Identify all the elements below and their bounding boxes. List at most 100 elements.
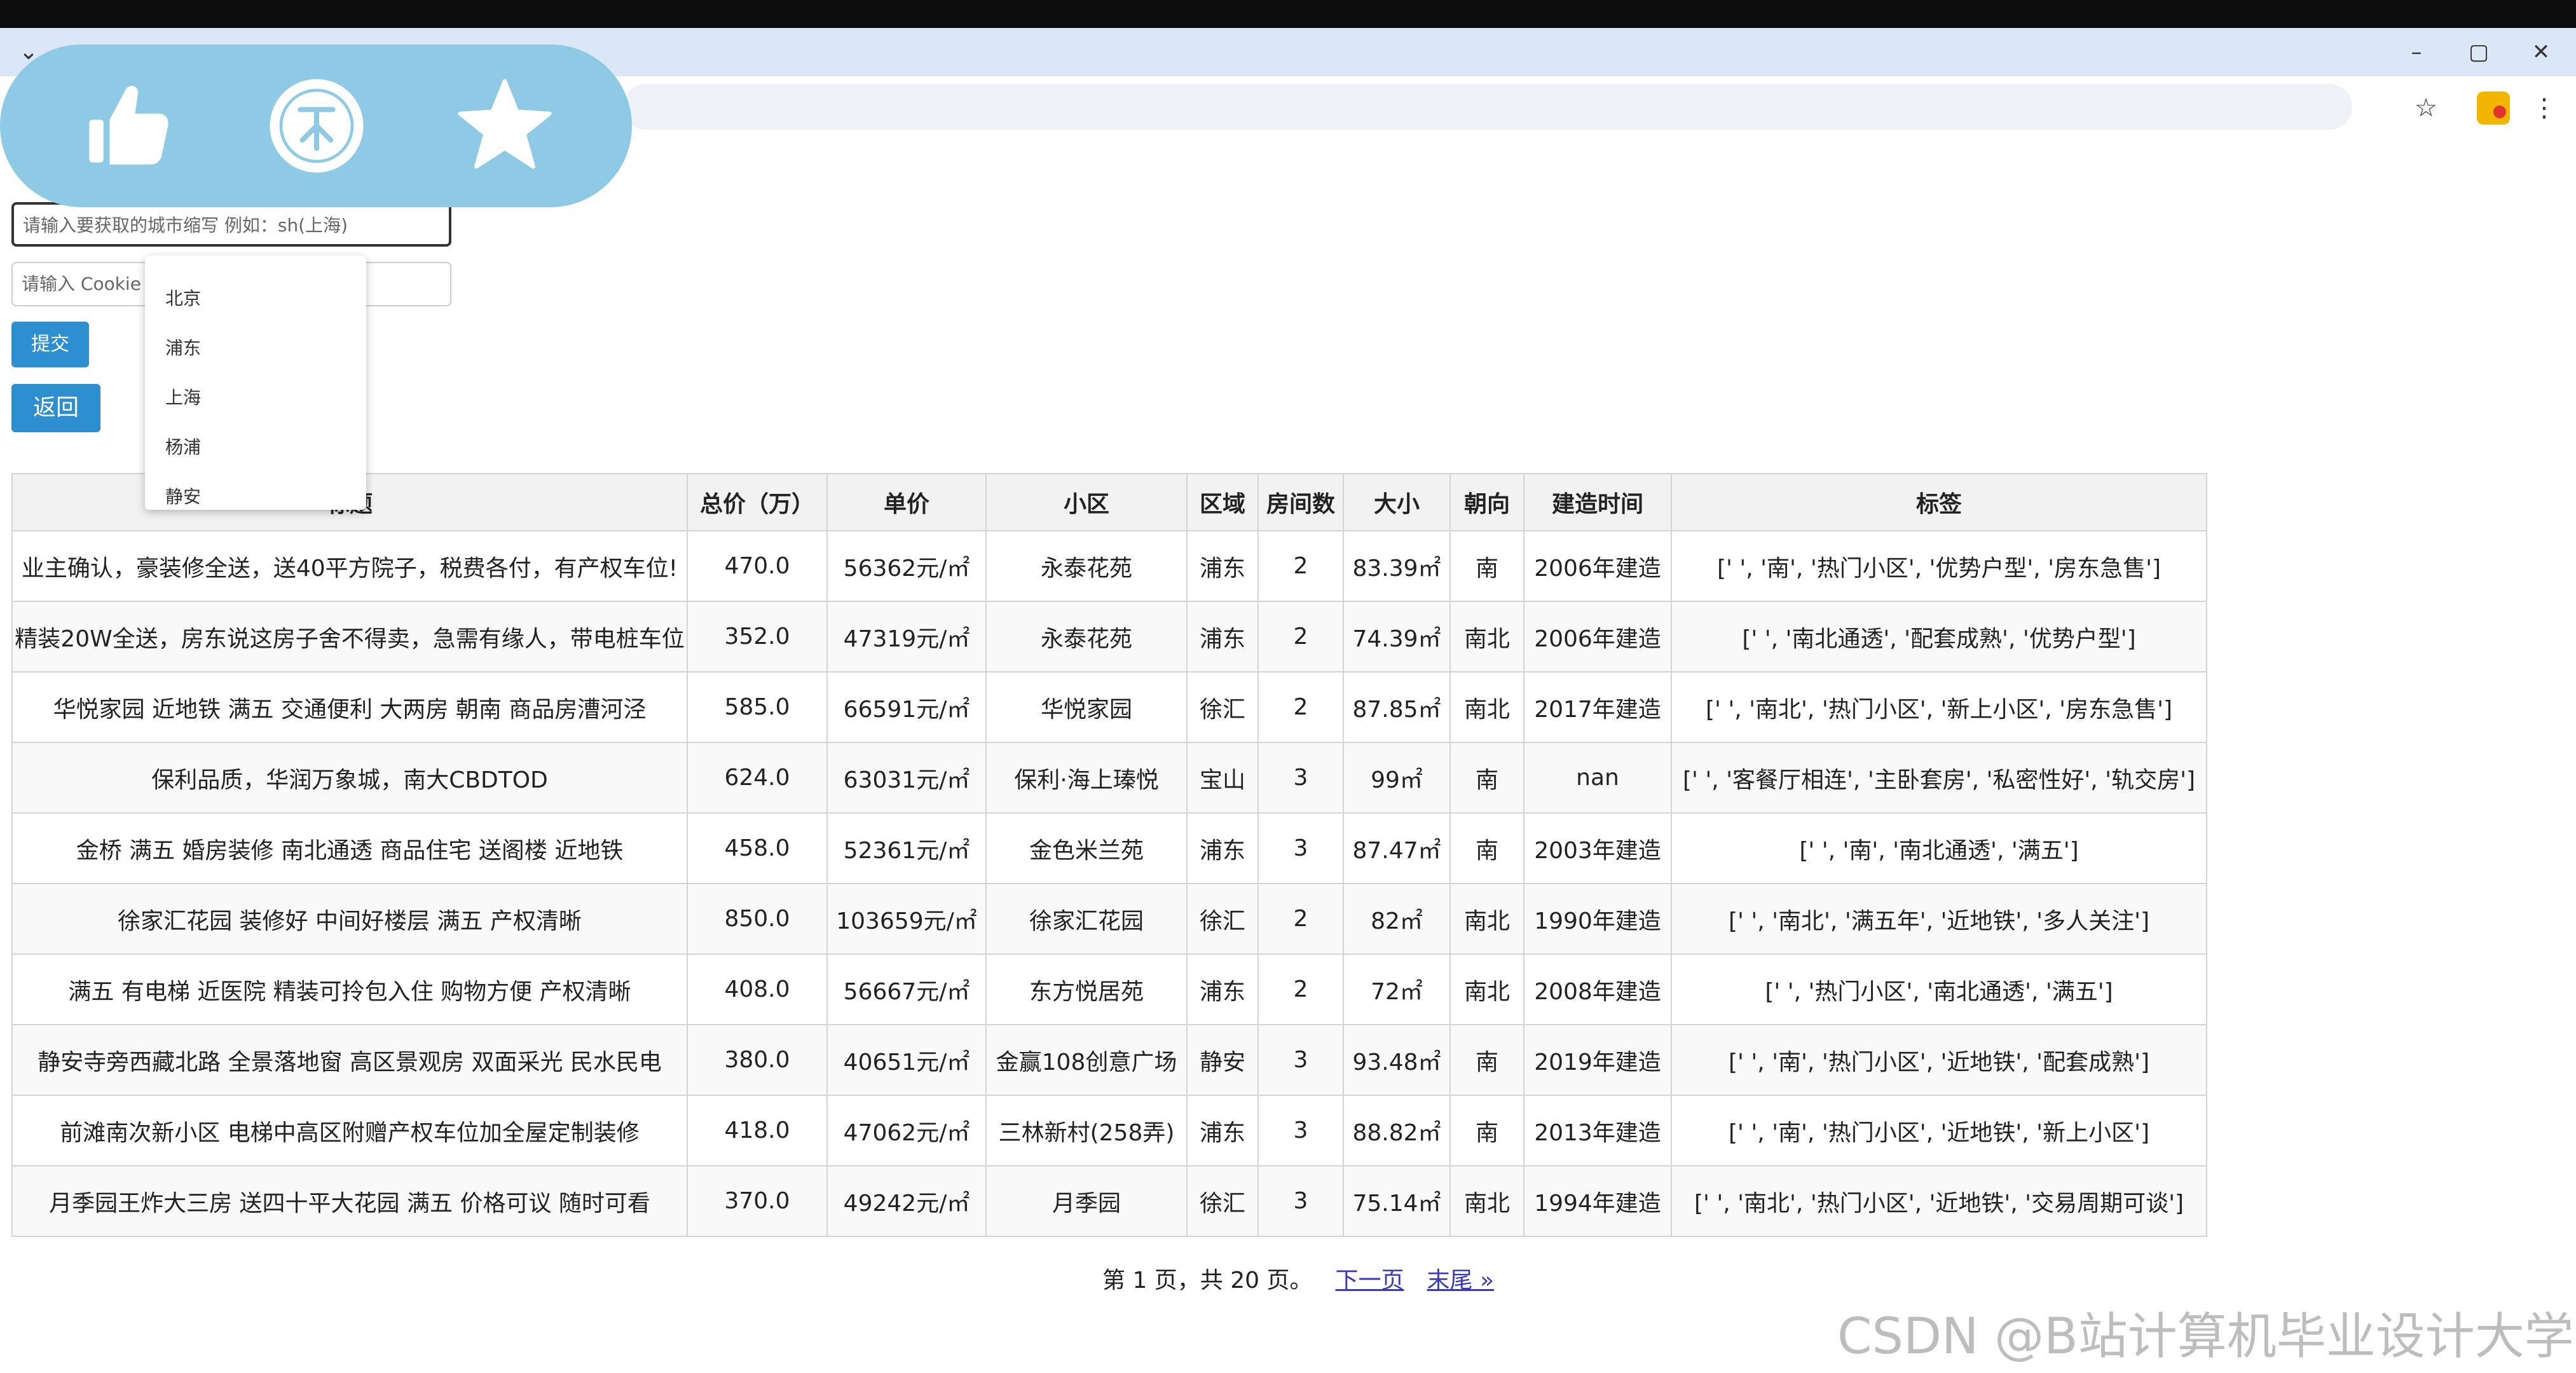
back-button[interactable]: 返回 bbox=[11, 384, 100, 432]
table-cell: 南北 bbox=[1449, 601, 1524, 673]
table-cell: 2003年建造 bbox=[1523, 812, 1672, 884]
table-cell: 72㎡ bbox=[1343, 953, 1451, 1025]
table-cell: [' ', '客餐厅相连', '主卧套房', '私密性好', '轨交房'] bbox=[1671, 742, 2207, 814]
coin-icon[interactable] bbox=[266, 75, 367, 177]
column-header: 房间数 bbox=[1257, 473, 1344, 531]
table-cell: 南北 bbox=[1449, 1165, 1524, 1237]
table-row: 徐家汇花园 装修好 中间好楼层 满五 产权清晰 850.0 103659元/㎡ 徐家汇… bbox=[11, 883, 2207, 955]
table-row: 前滩南次新小区 电梯中高区附赠产权车位加全屋定制装修 418.0 47062元/㎡三… bbox=[11, 1095, 2207, 1166]
listings-table: 标题总价（万）单价小区区域房间数大小朝向建造时间标签 业主确认，豪装修全送，送4… bbox=[11, 473, 2207, 1237]
table-cell: 49242元/㎡ bbox=[826, 1165, 987, 1237]
table-cell: [' ', '南', '热门小区', '近地铁', '配套成熟'] bbox=[1671, 1024, 2207, 1096]
table-cell: [' ', '南北', '热门小区', '近地铁', '交易周期可谈'] bbox=[1671, 1165, 2207, 1237]
table-cell: 2 bbox=[1257, 671, 1344, 743]
table-cell: 东方悦居苑 bbox=[985, 953, 1188, 1025]
table-cell: 徐汇 bbox=[1186, 1165, 1259, 1237]
table-cell: 华悦家园 bbox=[985, 671, 1188, 743]
table-cell: 1994年建造 bbox=[1523, 1165, 1672, 1237]
table-cell: 2017年建造 bbox=[1523, 671, 1672, 743]
table-cell: 浦东 bbox=[1186, 601, 1259, 673]
table-cell: 南北 bbox=[1449, 953, 1524, 1025]
thumbs-up-icon[interactable] bbox=[75, 75, 177, 177]
table-cell: 浦东 bbox=[1186, 953, 1259, 1025]
table-cell: 浦东 bbox=[1186, 812, 1259, 884]
page-content: 请输入要获取的城市缩写 例如：sh(上海) 请输入 Cookie 提交 返回 北… bbox=[0, 140, 2576, 1373]
table-cell: [' ', '南北', '热门小区', '新上小区', '房东急售'] bbox=[1671, 671, 2207, 743]
dropdown-option[interactable]: 北京 bbox=[165, 280, 201, 318]
column-header: 大小 bbox=[1343, 473, 1451, 531]
table-cell: 保利·海上瑧悦 bbox=[985, 742, 1188, 814]
watermark: CSDN @B站计算机毕业设计大学 bbox=[1837, 1308, 2574, 1365]
star-icon[interactable] bbox=[454, 75, 556, 177]
table-cell: 月季园 bbox=[985, 1165, 1188, 1237]
table-cell: 南 bbox=[1449, 812, 1524, 884]
table-cell: 83.39㎡ bbox=[1343, 530, 1451, 602]
table-cell: 87.85㎡ bbox=[1343, 671, 1451, 743]
table-cell: 华悦家园 近地铁 满五 交通便利 大两房 朝南 商品房漕河泾 bbox=[11, 671, 688, 743]
dropdown-option[interactable]: 上海 bbox=[165, 379, 201, 417]
table-cell: 满五 有电梯 近医院 精装可拎包入住 购物方便 产权清晰 bbox=[11, 953, 688, 1025]
table-cell: 470.0 bbox=[687, 530, 828, 602]
table-cell: 金色米兰苑 bbox=[985, 812, 1188, 884]
table-cell: 南 bbox=[1449, 1095, 1524, 1166]
table-cell: 88.82㎡ bbox=[1343, 1095, 1451, 1166]
dropdown-option[interactable]: 静安 bbox=[165, 478, 201, 516]
table-cell: 3 bbox=[1257, 812, 1344, 884]
table-cell: 370.0 bbox=[687, 1165, 828, 1237]
table-cell: 南北 bbox=[1449, 883, 1524, 955]
table-cell: 40651元/㎡ bbox=[826, 1024, 987, 1096]
address-bar[interactable] bbox=[623, 84, 2352, 130]
table-cell: 精装20W全送，房东说这房子舍不得卖，急需有缘人，带电桩车位 bbox=[11, 601, 688, 673]
table-cell: 75.14㎡ bbox=[1343, 1165, 1451, 1237]
dropdown-option[interactable]: 浦东 bbox=[165, 329, 201, 367]
page-info: 第 1 页，共 20 页。 bbox=[1102, 1267, 1313, 1294]
table-cell: 47062元/㎡ bbox=[826, 1095, 987, 1166]
table-row: 精装20W全送，房东说这房子舍不得卖，急需有缘人，带电桩车位 352.0 47319… bbox=[11, 601, 2207, 673]
table-cell: 南 bbox=[1449, 1024, 1524, 1096]
table-cell: 2019年建造 bbox=[1523, 1024, 1672, 1096]
table-cell: 408.0 bbox=[687, 953, 828, 1025]
table-cell: 103659元/㎡ bbox=[826, 883, 987, 955]
table-row: 业主确认，豪装修全送，送40平方院子，税费各付，有产权车位! 470.0 56362… bbox=[11, 530, 2207, 602]
bookmark-star-icon[interactable]: ☆ bbox=[2407, 89, 2445, 127]
table-cell: 浦东 bbox=[1186, 530, 1259, 602]
table-cell: 74.39㎡ bbox=[1343, 601, 1451, 673]
table-cell: 徐家汇花园 bbox=[985, 883, 1188, 955]
table-cell: 2 bbox=[1257, 601, 1344, 673]
table-cell: 3 bbox=[1257, 742, 1344, 814]
os-top-bar bbox=[0, 0, 2576, 28]
table-cell: 业主确认，豪装修全送，送40平方院子，税费各付，有产权车位! bbox=[11, 530, 688, 602]
table-cell: 3 bbox=[1257, 1024, 1344, 1096]
minimize-button[interactable]: – bbox=[2388, 34, 2445, 70]
table-cell: 47319元/㎡ bbox=[826, 601, 987, 673]
table-row: 华悦家园 近地铁 满五 交通便利 大两房 朝南 商品房漕河泾 585.0 66591… bbox=[11, 671, 2207, 743]
table-cell: 99㎡ bbox=[1343, 742, 1451, 814]
next-page-link[interactable]: 下一页 bbox=[1336, 1267, 1404, 1294]
close-button[interactable]: ✕ bbox=[2512, 34, 2570, 70]
extension-icon[interactable] bbox=[2477, 92, 2510, 125]
table-cell: 浦东 bbox=[1186, 1095, 1259, 1166]
table-cell: 南北 bbox=[1449, 671, 1524, 743]
last-page-link[interactable]: 末尾 » bbox=[1427, 1267, 1494, 1294]
table-cell: 3 bbox=[1257, 1095, 1344, 1166]
table-cell: 3 bbox=[1257, 1165, 1344, 1237]
table-cell: 保利品质，华润万象城，南大CBDTOD bbox=[11, 742, 688, 814]
table-cell: [' ', '热门小区', '南北通透', '满五'] bbox=[1671, 953, 2207, 1025]
more-menu-icon[interactable]: ⋮ bbox=[2525, 89, 2563, 127]
table-cell: 前滩南次新小区 电梯中高区附赠产权车位加全屋定制装修 bbox=[11, 1095, 688, 1166]
city-input[interactable]: 请输入要获取的城市缩写 例如：sh(上海) bbox=[11, 202, 451, 247]
table-cell: 56667元/㎡ bbox=[826, 953, 987, 1025]
table-cell: 徐汇 bbox=[1186, 671, 1259, 743]
table-row: 金桥 满五 婚房装修 南北通透 商品住宅 送阁楼 近地铁 458.0 52361元/… bbox=[11, 812, 2207, 884]
submit-button[interactable]: 提交 bbox=[11, 322, 89, 367]
column-header: 区域 bbox=[1186, 473, 1259, 531]
table-cell: [' ', '南北', '满五年', '近地铁', '多人关注'] bbox=[1671, 883, 2207, 955]
dropdown-option[interactable]: 杨浦 bbox=[165, 428, 201, 467]
table-cell: 2 bbox=[1257, 883, 1344, 955]
restore-button[interactable]: ▢ bbox=[2450, 34, 2507, 70]
table-cell: 南 bbox=[1449, 530, 1524, 602]
table-cell: 2 bbox=[1257, 953, 1344, 1025]
floating-action-bar bbox=[0, 44, 632, 207]
table-cell: 850.0 bbox=[687, 883, 828, 955]
table-cell: 永泰花苑 bbox=[985, 530, 1188, 602]
